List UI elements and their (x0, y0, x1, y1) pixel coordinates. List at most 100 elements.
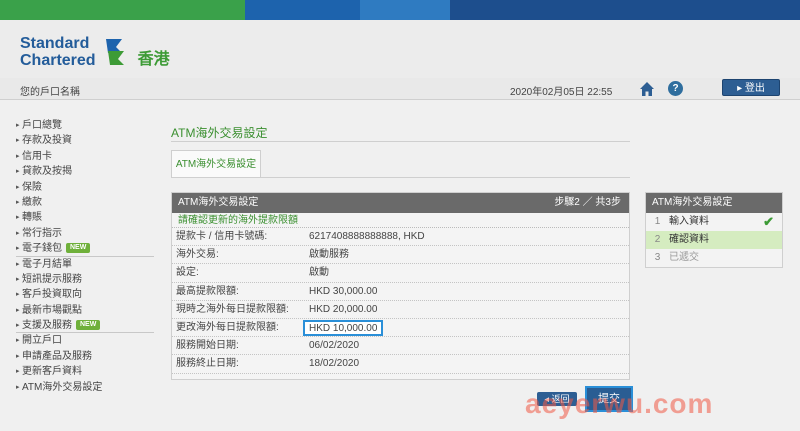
row-value: HKD 20,000.00 (309, 303, 378, 315)
sidebar-item[interactable]: ▸ 常行指示 (16, 226, 154, 241)
sidebar-item[interactable]: ▸ 更新客戶資料 (16, 364, 154, 379)
sidebar-item-label: 戶口總覽 (22, 120, 62, 131)
bullet-icon: ▸ (16, 137, 20, 145)
sidebar-item[interactable]: ▸ 電子錢包 NEW (16, 241, 154, 257)
bullet-icon: ▸ (16, 214, 20, 222)
tab-divider (171, 177, 630, 178)
sidebar-item[interactable]: ▸ ATM海外交易設定 (16, 380, 154, 395)
top-bar-segment-green (0, 0, 245, 20)
sidebar-item-label: 電子月結單 (22, 258, 72, 270)
step-item: 3 已遞交 (646, 249, 782, 267)
top-bar-segment-blue (245, 0, 360, 20)
row-label: 現時之海外每日提款限額: (176, 303, 289, 315)
top-bar-segment-dark-blue (450, 0, 800, 20)
sidebar-item-label: 繳款 (22, 196, 42, 208)
sidebar-item[interactable]: ▸ 最新市場觀點 (16, 303, 154, 318)
row-label: 提款卡 / 信用卡號碼: (176, 231, 268, 242)
row-label: 設定: (176, 267, 199, 279)
new-badge: NEW (66, 243, 91, 254)
step-label: 輸入資料 (669, 216, 709, 227)
sidebar-item[interactable]: ▸ 短訊提示服務 (16, 272, 154, 287)
row-value: 啟動服務 (309, 249, 349, 261)
panel-title: ATM海外交易設定 (178, 197, 259, 208)
bullet-icon: ▸ (16, 198, 20, 206)
bullet-icon: ▸ (16, 352, 20, 360)
sidebar-item[interactable]: ▸ 客戶投資取向 (16, 287, 154, 302)
logout-button[interactable]: ▸ 登出 (722, 79, 780, 96)
sidebar-item[interactable]: ▸ 保險 (16, 180, 154, 195)
logo-region: 香港 (137, 51, 170, 68)
header: Standard Chartered 香港 (0, 20, 800, 78)
row-label: 海外交易: (176, 249, 219, 261)
sidebar-item[interactable]: ▸ 戶口總覽 (16, 118, 154, 133)
login-datetime: 2020年02月05日 22:55 (510, 87, 613, 98)
standard-chartered-logo[interactable]: Standard Chartered 香港 (20, 34, 170, 70)
sidebar-item[interactable]: ▸ 支援及服務 NEW (16, 318, 154, 334)
tab-atm-overseas-settings[interactable]: ATM海外交易設定 (171, 150, 261, 178)
table-row: 服務終止日期: 18/02/2020 (172, 355, 629, 374)
sidebar-item[interactable]: ▸ 電子月結單 (16, 257, 154, 272)
bullet-icon: ▸ (16, 229, 20, 237)
sidebar-item[interactable]: ▸ 轉賬 (16, 210, 154, 225)
bullet-icon: ▸ (16, 337, 20, 345)
check-icon: ✔ (763, 214, 774, 229)
sidebar-item-label: 短訊提示服務 (22, 273, 82, 285)
account-name: 您的戶口名稱 (20, 87, 80, 98)
table-row: 服務開始日期: 06/02/2020 (172, 337, 629, 356)
table-row: 提款卡 / 信用卡號碼: 6217408888888888, HKD (172, 228, 629, 247)
top-bar-segment-mid-blue (360, 0, 450, 20)
user-info-bar: 您的戶口名稱 2020年02月05日 22:55 ? ▸ 登出 (0, 78, 800, 100)
title-divider (171, 141, 630, 142)
step-number: 1 (654, 216, 661, 227)
row-label: 更改海外每日提款限額: (176, 321, 279, 333)
steps-header: ATM海外交易設定 (646, 193, 782, 213)
logout-label: 登出 (744, 83, 765, 94)
sidebar-item[interactable]: ▸ 繳款 (16, 195, 154, 210)
sidebar-item-label: 保險 (22, 181, 42, 193)
sidebar-item-label: 常行指示 (22, 227, 62, 239)
sidebar-item[interactable]: ▸ 申請產品及服務 (16, 349, 154, 364)
confirmation-panel: ATM海外交易設定 步驟2 ／ 共3步 請確認更新的海外提款限額 提款卡 / 信… (171, 192, 630, 380)
table-row: 更改海外每日提款限額: HKD 10,000.00 (172, 319, 629, 338)
step-number: 3 (654, 252, 661, 263)
sidebar-item-label: 存款及投資 (22, 135, 72, 147)
sidebar-item[interactable]: ▸ 貸款及按揭 (16, 164, 154, 179)
bullet-icon: ▸ (16, 275, 20, 283)
row-label: 最高提款限額: (176, 285, 239, 297)
watermark: aeyerwu.com (525, 388, 714, 419)
bullet-icon: ▸ (16, 260, 20, 268)
step-item: 1 輸入資料 ✔ (646, 213, 782, 231)
sidebar-item-label: 電子錢包 (22, 243, 62, 255)
logo-line-2: Chartered (20, 52, 96, 69)
bullet-icon: ▸ (16, 322, 20, 330)
step-item: 2 確認資料 (646, 231, 782, 249)
sidebar-nav: ▸ 戶口總覽 ▸ 存款及投資 ▸ 信用卡 ▸ 貸款及按揭 ▸ 保險 ▸ 繳款 ▸ 轉賬 ▸ 常行指示 ▸ 電子錢包… (16, 118, 154, 395)
bullet-icon: ▸ (16, 383, 20, 391)
step-label: 確認資料 (669, 234, 709, 245)
bullet-icon: ▸ (16, 291, 20, 299)
new-badge: NEW (76, 320, 101, 331)
sidebar-item-label: 開立戶口 (22, 335, 62, 347)
row-value: 06/02/2020 (309, 340, 360, 352)
table-row: 海外交易: 啟動服務 (172, 246, 629, 265)
sidebar-item[interactable]: ▸ 信用卡 (16, 149, 154, 164)
row-value: HKD 10,000.00 (303, 319, 384, 336)
sidebar-item-label: 申請產品及服務 (22, 350, 92, 362)
sidebar-item-label: 客戶投資取向 (22, 289, 82, 301)
sidebar-item[interactable]: ▸ 存款及投資 (16, 133, 154, 148)
sidebar-item-label: ATM海外交易設定 (22, 381, 103, 393)
top-color-bar (0, 0, 800, 20)
table-row: 現時之海外每日提款限額: HKD 20,000.00 (172, 301, 629, 319)
logo-mark-icon (105, 39, 124, 65)
logo-line-1: Standard (20, 35, 90, 52)
home-icon[interactable] (639, 81, 655, 97)
sidebar-item[interactable]: ▸ 開立戶口 (16, 333, 154, 348)
step-indicator: 步驟2 ／ 共3步 (554, 197, 621, 208)
row-label: 服務終止日期: (176, 358, 239, 370)
bullet-icon: ▸ (16, 152, 20, 160)
help-icon[interactable]: ? (668, 81, 683, 96)
sidebar-item-label: 支援及服務 (22, 320, 72, 332)
bullet-icon: ▸ (16, 168, 20, 176)
bullet-icon: ▸ (16, 368, 20, 376)
progress-steps: ATM海外交易設定 1 輸入資料 ✔ 2 確認資料 3 已遞交 (645, 192, 783, 268)
